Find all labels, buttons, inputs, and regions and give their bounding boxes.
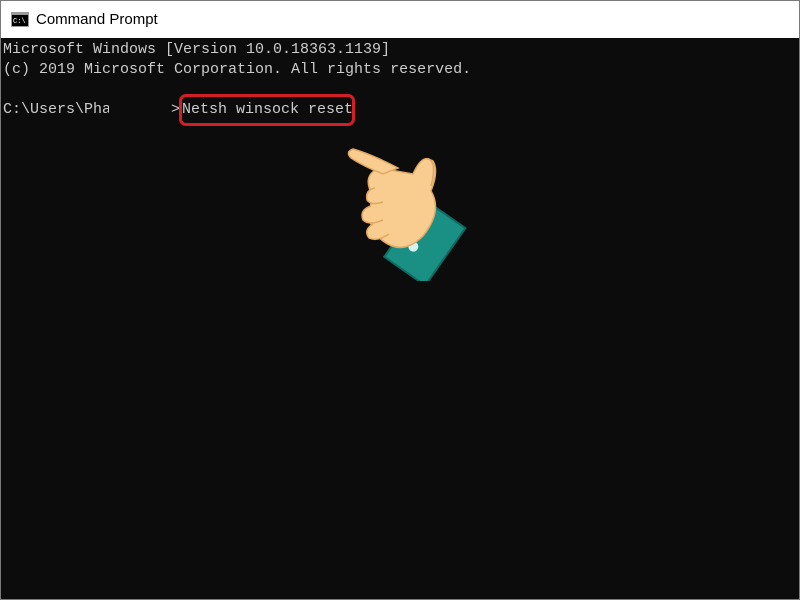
svg-text:C:\: C:\ <box>13 18 26 26</box>
pointing-hand-icon <box>347 148 467 281</box>
console-line-copyright: (c) 2019 Microsoft Corporation. All righ… <box>3 61 472 78</box>
command-prompt-window: C:\ Command Prompt Microsoft Windows [Ve… <box>0 0 800 600</box>
window-title: Command Prompt <box>36 11 158 28</box>
cmd-icon: C:\ <box>11 12 29 27</box>
console-line-version: Microsoft Windows [Version 10.0.18363.11… <box>3 41 391 58</box>
console-area[interactable]: Microsoft Windows [Version 10.0.18363.11… <box>1 38 799 599</box>
title-bar[interactable]: C:\ Command Prompt <box>1 1 799 38</box>
command-highlight-box <box>179 94 355 126</box>
prompt-path: C:\Users\Pha <box>3 101 112 118</box>
redacted-username <box>109 100 171 120</box>
